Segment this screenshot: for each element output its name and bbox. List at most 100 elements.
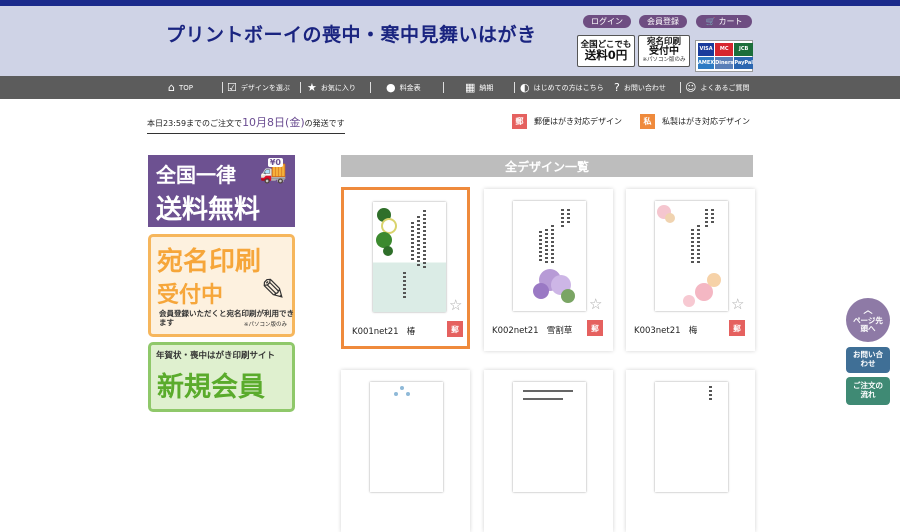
- money-bag-icon: ●: [386, 81, 396, 94]
- nav-item-label: TOP: [178, 83, 193, 92]
- design-card-k002[interactable]: ☆ K002net21 雪割草 郵: [484, 189, 613, 351]
- design-caption: K002net21 雪割草: [492, 324, 572, 336]
- banner-shipping-line2: 送料無料: [156, 195, 261, 225]
- nav-item-label: お気に入り: [320, 83, 356, 92]
- design-preview: [655, 201, 728, 311]
- order-flow-label: ご注文の流れ: [853, 381, 883, 399]
- design-preview: [513, 201, 586, 311]
- payment-cards: VISA MC JCB AMEX Diners PayPal: [695, 40, 754, 72]
- new-member-banner[interactable]: 年賀状・喪中はがき印刷サイト 新規会員: [148, 342, 295, 412]
- faq-person-icon: ☺: [685, 81, 697, 94]
- design-card-row2-3[interactable]: [626, 370, 755, 532]
- promo-address-note: ※パソコン版のみ: [642, 56, 686, 63]
- nav-divider: [680, 82, 681, 93]
- banner-shipping-line1: 全国一律: [156, 163, 236, 187]
- nav-item-designs[interactable]: ☑ デザインを選ぶ: [227, 76, 290, 99]
- jcb-card-icon: JCB: [734, 43, 754, 56]
- shipping-prefix: 本日23:59までのご注文で: [147, 119, 243, 128]
- page-top-button[interactable]: ︿ ページ先頭へ: [846, 298, 890, 342]
- design-card-row2-2[interactable]: [484, 370, 613, 532]
- nav-item-label: はじめての方はこちら: [533, 83, 604, 92]
- nav-item-delivery[interactable]: ▦ 納期: [465, 76, 493, 99]
- postal-mark-badge: 郵: [587, 320, 603, 336]
- nav-item-faq[interactable]: ☺ よくあるご質問: [685, 76, 749, 99]
- nav-divider: [300, 82, 301, 93]
- postal-mark-badge: 郵: [729, 320, 745, 336]
- nav-item-beginners[interactable]: ◐ はじめての方はこちら: [520, 76, 604, 99]
- nav-item-label: お問い合わせ: [623, 83, 666, 92]
- star-icon: ★: [307, 81, 317, 94]
- design-code: K003net21: [634, 326, 681, 336]
- banner-address-line1: 宛名印刷: [157, 247, 262, 277]
- design-preview: [655, 382, 728, 492]
- nav-divider: [443, 82, 444, 93]
- legend-private-label: 私製はがき対応デザイン: [662, 117, 750, 126]
- main-nav: ⌂ TOP ☑ デザインを選ぶ ★ お気に入り ● 料金表 ▦ 納期 ◐ はじめ…: [0, 76, 900, 99]
- favorite-star-icon[interactable]: ☆: [449, 296, 462, 314]
- visa-card-icon: VISA: [698, 43, 715, 56]
- brush-pen-icon: ✎: [260, 273, 286, 308]
- address-print-banner[interactable]: 宛名印刷 受付中 ✎ 会員登録いただくと宛名印刷が利用できます ※パソコン版のみ: [148, 234, 295, 337]
- banner-member-line2: 新規会員: [157, 372, 265, 403]
- diners-card-icon: Diners: [715, 56, 734, 69]
- contact-float-button[interactable]: お問い合わせ: [846, 347, 890, 373]
- design-preview: [370, 382, 443, 492]
- nav-item-label: よくあるご質問: [700, 83, 750, 92]
- free-shipping-banner[interactable]: 全国一律 送料無料 🚚 ¥0: [148, 155, 295, 227]
- design-card-k003[interactable]: ☆ K003net21 梅 郵: [626, 189, 755, 351]
- section-title: 全デザイン一覧: [341, 155, 753, 177]
- nav-item-favorites[interactable]: ★ お気に入り: [307, 76, 356, 99]
- page-top-label: ページ先頭へ: [853, 315, 883, 334]
- nav-item-prices[interactable]: ● 料金表: [386, 76, 421, 99]
- register-button[interactable]: 会員登録: [639, 15, 687, 28]
- private-mark-badge: 私: [640, 114, 655, 129]
- design-caption: K003net21 梅: [634, 324, 697, 336]
- design-code: K001net21: [352, 327, 399, 337]
- legend-postal-label: 郵便はがき対応デザイン: [534, 117, 622, 126]
- home-icon: ⌂: [168, 81, 175, 94]
- legend-private: 私 私製はがき対応デザイン: [640, 114, 750, 129]
- nav-divider: [514, 82, 515, 93]
- postal-mark-badge: 郵: [512, 114, 527, 129]
- design-name: 梅: [688, 326, 698, 336]
- legend-postal: 郵 郵便はがき対応デザイン: [512, 114, 622, 129]
- register-label: 会員登録: [647, 17, 679, 26]
- design-caption: K001net21 椿: [352, 325, 415, 337]
- order-flow-float-button[interactable]: ご注文の流れ: [846, 377, 890, 405]
- shipping-date: 10月8日(金): [242, 116, 305, 129]
- cart-label: カート: [718, 17, 743, 26]
- login-button[interactable]: ログイン: [583, 15, 631, 28]
- beginner-icon: ◐: [520, 81, 530, 94]
- design-card-row2-1[interactable]: [341, 370, 470, 532]
- design-preview: [513, 382, 586, 492]
- calendar-icon: ▦: [465, 81, 476, 94]
- checklist-icon: ☑: [227, 81, 237, 94]
- nav-item-top[interactable]: ⌂ TOP: [168, 76, 193, 99]
- nav-item-contact[interactable]: ? お問い合わせ: [614, 76, 666, 99]
- site-title[interactable]: プリントボーイの喪中・寒中見舞いはがき: [166, 20, 537, 47]
- promo-shipping-line2: 送料0円: [584, 48, 628, 63]
- favorite-star-icon[interactable]: ☆: [589, 295, 602, 313]
- site-header: プリントボーイの喪中・寒中見舞いはがき ログイン 会員登録 🛒 カート 全国どこ…: [0, 6, 900, 76]
- design-name: 椿: [406, 327, 416, 337]
- nav-item-label: 納期: [479, 83, 494, 92]
- amex-card-icon: AMEX: [698, 56, 715, 69]
- banner-address-note: ※パソコン版のみ: [243, 322, 287, 328]
- cart-button[interactable]: 🛒 カート: [696, 15, 752, 28]
- chevron-up-icon: ︿: [863, 306, 873, 317]
- design-name: 雪割草: [546, 326, 573, 336]
- banner-address-line2: 受付中: [157, 283, 224, 308]
- shipping-suffix: の発送です: [304, 119, 345, 128]
- nav-item-label: デザインを選ぶ: [240, 83, 290, 92]
- nav-divider: [370, 82, 371, 93]
- price-tag-label: ¥0: [267, 158, 283, 167]
- login-label: ログイン: [591, 17, 623, 26]
- cart-icon: 🛒: [705, 17, 716, 26]
- nav-divider: [222, 82, 223, 93]
- design-card-k001[interactable]: ☆ K001net21 椿 郵: [341, 187, 470, 349]
- favorite-star-icon[interactable]: ☆: [731, 295, 744, 313]
- mastercard-icon: MC: [715, 43, 734, 56]
- shipping-notice: 本日23:59までのご注文で10月8日(金)の発送です: [147, 114, 345, 134]
- design-preview: [373, 202, 446, 312]
- postal-mark-badge: 郵: [447, 321, 463, 337]
